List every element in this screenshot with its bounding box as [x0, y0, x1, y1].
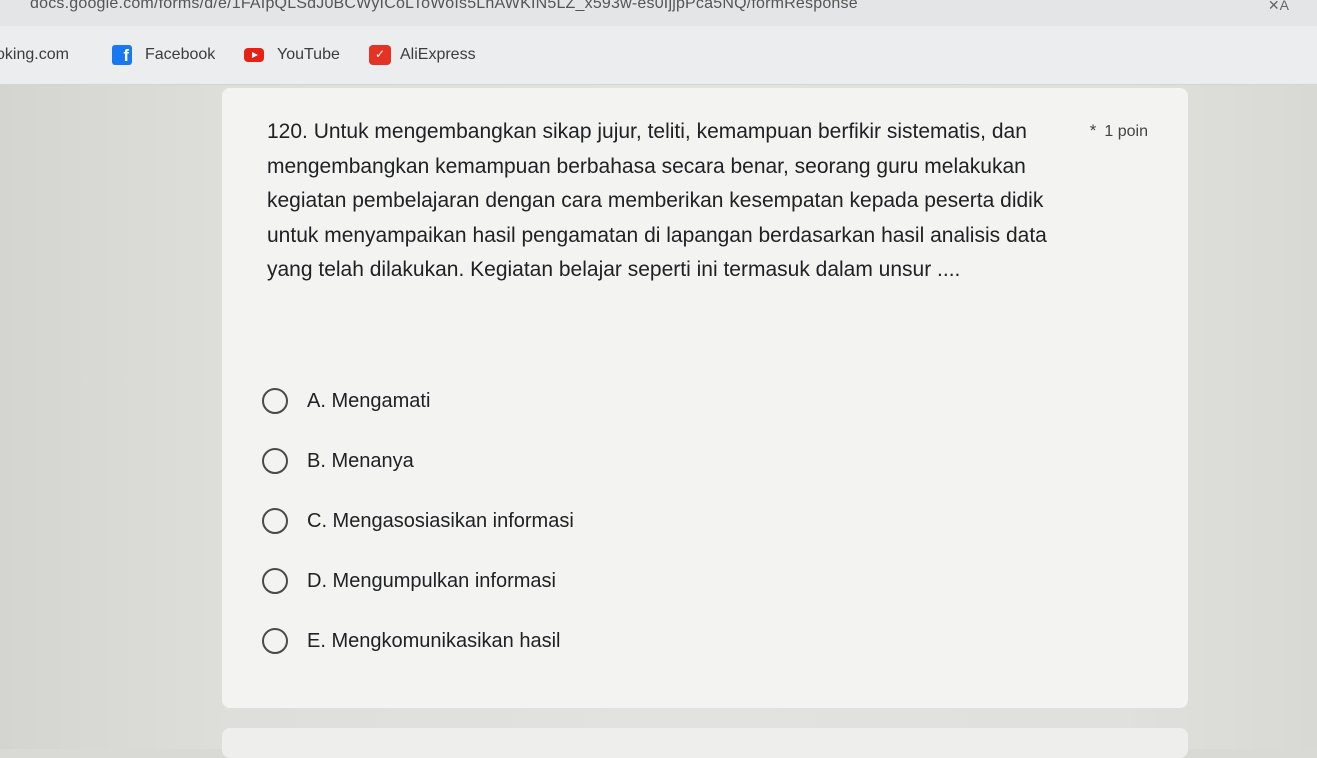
- option-label[interactable]: C. Mengasosiasikan informasi: [307, 510, 574, 533]
- option-label[interactable]: B. Menanya: [307, 450, 414, 473]
- required-asterisk: *: [1089, 121, 1097, 140]
- bookmark-label: AliExpress: [400, 46, 476, 63]
- option-label[interactable]: D. Mengumpulkan informasi: [307, 570, 556, 593]
- bookmark-label: Facebook: [145, 46, 216, 63]
- aliexpress-icon: ✓: [369, 45, 391, 65]
- question-text: 120. Untuk mengembangkan sikap jujur, te…: [267, 120, 1047, 281]
- question-card: 120. Untuk mengembangkan sikap jujur, te…: [222, 88, 1188, 708]
- points-indicator: * 1 poin: [1090, 121, 1148, 141]
- youtube-icon: [244, 48, 264, 62]
- address-url[interactable]: docs.google.com/forms/d/e/1FAIpQLSdJ0BCW…: [30, 0, 858, 13]
- option-label[interactable]: E. Mengkomunikasikan hasil: [307, 630, 560, 653]
- next-question-card: [222, 728, 1188, 758]
- option-e[interactable]: E. Mengkomunikasikan hasil: [262, 626, 560, 656]
- bookmarks-bar: oking.com f Facebook YouTube ✓ AliExpres…: [0, 26, 1317, 85]
- bookmark-booking[interactable]: oking.com: [0, 43, 69, 67]
- radio-button[interactable]: [262, 388, 288, 414]
- radio-button[interactable]: [262, 448, 288, 474]
- radio-button[interactable]: [262, 628, 288, 654]
- option-c[interactable]: C. Mengasosiasikan informasi: [262, 506, 574, 536]
- radio-button[interactable]: [262, 568, 288, 594]
- option-d[interactable]: D. Mengumpulkan informasi: [262, 566, 556, 596]
- bookmark-aliexpress[interactable]: ✓ AliExpress: [369, 43, 476, 67]
- bookmark-label: YouTube: [277, 46, 340, 63]
- option-label[interactable]: A. Mengamati: [307, 390, 430, 413]
- option-a[interactable]: A. Mengamati: [262, 386, 430, 416]
- bookmark-youtube[interactable]: YouTube: [244, 43, 340, 67]
- points-label: 1 poin: [1104, 123, 1148, 140]
- address-bar[interactable]: docs.google.com/forms/d/e/1FAIpQLSdJ0BCW…: [0, 0, 1317, 26]
- translate-icon[interactable]: ✕A: [1268, 0, 1289, 14]
- radio-button[interactable]: [262, 508, 288, 534]
- bookmark-label: oking.com: [0, 46, 69, 63]
- facebook-icon: f: [112, 45, 132, 65]
- option-b[interactable]: B. Menanya: [262, 446, 414, 476]
- bookmark-facebook[interactable]: f Facebook: [112, 43, 215, 67]
